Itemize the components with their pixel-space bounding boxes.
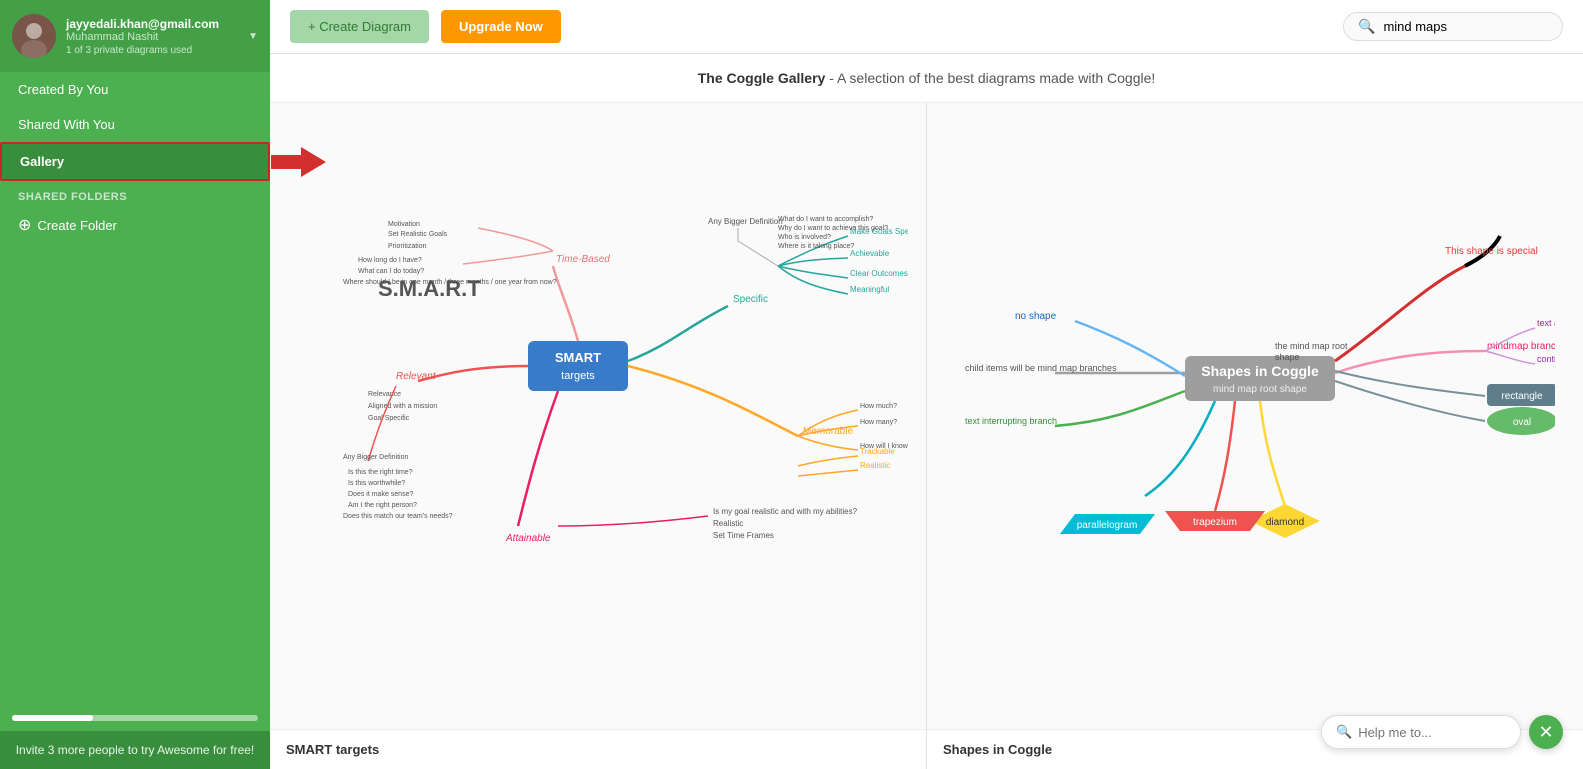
gallery-subtitle: - A selection of the best diagrams made … <box>825 70 1155 86</box>
card-preview-smart-targets: SMART targets S.M.A.R.T Specific Make Go… <box>270 103 926 729</box>
card-label-smart-targets: SMART targets <box>270 729 926 769</box>
search-icon: 🔍 <box>1358 18 1375 35</box>
search-input[interactable] <box>1383 19 1548 34</box>
svg-text:Does this match our team's nee: Does this match our team's needs? <box>343 513 453 520</box>
user-diagrams: 1 of 3 private diagrams used <box>66 45 238 56</box>
svg-text:SMART: SMART <box>555 350 601 365</box>
svg-text:Meaningful: Meaningful <box>850 285 889 294</box>
user-email: jayyedali.khan@gmail.com <box>66 17 238 31</box>
top-bar: + Create Diagram Upgrade Now 🔍 <box>270 0 1583 54</box>
svg-text:targets: targets <box>561 370 595 382</box>
svg-text:Specific: Specific <box>733 294 768 305</box>
svg-text:Aligned with a mission: Aligned with a mission <box>368 403 437 410</box>
svg-text:Trackable: Trackable <box>860 447 895 456</box>
invite-text: Invite 3 more people to try Awesome for … <box>16 743 255 757</box>
gallery-card-smart-targets[interactable]: SMART targets S.M.A.R.T Specific Make Go… <box>270 103 926 769</box>
svg-text:How much?: How much? <box>860 403 897 410</box>
main-content: + Create Diagram Upgrade Now 🔍 The Coggl… <box>270 0 1583 769</box>
svg-text:mind map root shape: mind map root shape <box>1213 384 1307 395</box>
svg-text:Is this the right time?: Is this the right time? <box>348 469 413 476</box>
svg-text:Motivation: Motivation <box>388 221 420 228</box>
close-icon: ✕ <box>1538 722 1553 743</box>
upgrade-button[interactable]: Upgrade Now <box>441 10 561 43</box>
create-diagram-button[interactable]: + Create Diagram <box>290 10 429 43</box>
svg-text:the mind map root: the mind map root <box>1275 341 1348 351</box>
svg-text:rectangle: rectangle <box>1501 391 1543 402</box>
svg-text:Where is it taking place?: Where is it taking place? <box>778 243 854 250</box>
svg-text:diamond: diamond <box>1266 517 1304 528</box>
svg-text:shape: shape <box>1275 352 1300 362</box>
svg-text:continuous branches: continuous branches <box>1537 354 1555 364</box>
svg-text:Attainable: Attainable <box>505 533 551 544</box>
user-header: jayyedali.khan@gmail.com Muhammad Nashit… <box>0 0 270 72</box>
svg-text:Shapes in Coggle: Shapes in Coggle <box>1201 363 1319 379</box>
svg-text:trapezium: trapezium <box>1193 517 1237 528</box>
user-info: jayyedali.khan@gmail.com Muhammad Nashit… <box>66 17 238 56</box>
progress-track <box>12 715 258 721</box>
gallery-title-bar: The Coggle Gallery - A selection of the … <box>270 54 1583 103</box>
svg-text:Time-Based: Time-Based <box>556 254 610 265</box>
svg-text:How long do I have?: How long do I have? <box>358 257 422 264</box>
help-widget: 🔍 ✕ <box>1321 715 1563 749</box>
help-search-icon: 🔍 <box>1336 724 1352 740</box>
smart-targets-diagram: SMART targets S.M.A.R.T Specific Make Go… <box>288 166 908 666</box>
shapes-in-coggle-diagram: Shapes in Coggle mind map root shape the… <box>955 166 1555 666</box>
plus-circle-icon: ⊕ <box>18 215 31 235</box>
svg-text:parallelogram: parallelogram <box>1077 520 1138 531</box>
svg-text:Clear Outcomes: Clear Outcomes <box>850 269 908 278</box>
sidebar: jayyedali.khan@gmail.com Muhammad Nashit… <box>0 0 270 769</box>
svg-text:Achievable: Achievable <box>850 249 890 258</box>
svg-text:Where should I be in one month: Where should I be in one month / three m… <box>343 279 557 286</box>
svg-text:What do I want to accomplish?: What do I want to accomplish? <box>778 216 873 223</box>
gallery-card-shapes-in-coggle[interactable]: Shapes in Coggle mind map root shape the… <box>927 103 1583 769</box>
gallery-title-text: The Coggle Gallery <box>698 70 826 86</box>
svg-text:How many?: How many? <box>860 419 897 426</box>
svg-text:Any Bigger Definition: Any Bigger Definition <box>343 454 408 461</box>
gallery-grid: SMART targets S.M.A.R.T Specific Make Go… <box>270 103 1583 769</box>
svg-text:What can I do today?: What can I do today? <box>358 268 424 275</box>
create-folder-button[interactable]: ⊕ Create Folder <box>0 207 270 243</box>
svg-text:text alongside branch: text alongside branch <box>1537 318 1555 328</box>
avatar <box>12 14 56 58</box>
dropdown-arrow-icon[interactable]: ▼ <box>248 31 258 42</box>
search-bar: 🔍 <box>1343 12 1563 41</box>
create-folder-label: Create Folder <box>37 218 116 233</box>
shared-folders-label: SHARED FOLDERS <box>0 181 270 207</box>
svg-text:Realistic: Realistic <box>860 461 890 470</box>
svg-text:Is my goal realistic and with: Is my goal realistic and with my abiliti… <box>713 507 858 516</box>
svg-text:Is this worthwhile?: Is this worthwhile? <box>348 480 405 487</box>
svg-text:Realistic: Realistic <box>713 519 743 528</box>
user-name: Muhammad Nashit <box>66 31 238 43</box>
svg-text:no shape: no shape <box>1015 311 1057 322</box>
svg-text:Who is involved?: Who is involved? <box>778 234 831 241</box>
help-input[interactable] <box>1358 725 1508 740</box>
help-input-bar[interactable]: 🔍 <box>1321 715 1521 749</box>
svg-text:This shape is special: This shape is special <box>1445 246 1538 257</box>
svg-text:Relevance: Relevance <box>368 391 401 398</box>
svg-text:Does it make sense?: Does it make sense? <box>348 491 413 498</box>
svg-text:Set Realistic Goals: Set Realistic Goals <box>388 231 448 238</box>
svg-text:mindmap branches: mindmap branches <box>1487 341 1555 352</box>
sidebar-item-gallery[interactable]: Gallery <box>0 142 270 181</box>
progress-bar-container <box>12 715 258 731</box>
svg-text:child items will be mind map b: child items will be mind map branches <box>965 363 1117 373</box>
svg-text:Why do I want to achieve this: Why do I want to achieve this goal? <box>778 225 888 232</box>
sidebar-item-shared-with-you[interactable]: Shared With You <box>0 107 270 142</box>
arrow-annotation <box>271 147 326 177</box>
svg-text:Any Bigger Definition: Any Bigger Definition <box>708 217 783 226</box>
svg-text:Relevant: Relevant <box>396 371 437 382</box>
sidebar-item-created-by-you[interactable]: Created By You <box>0 72 270 107</box>
svg-text:Goal Specific: Goal Specific <box>368 415 410 422</box>
svg-text:Prioritization: Prioritization <box>388 243 427 250</box>
svg-text:Am I the right person?: Am I the right person? <box>348 502 417 509</box>
svg-text:Set Time Frames: Set Time Frames <box>713 531 774 540</box>
help-close-button[interactable]: ✕ <box>1529 715 1563 749</box>
card-preview-shapes-in-coggle: Shapes in Coggle mind map root shape the… <box>927 103 1583 729</box>
progress-fill <box>12 715 93 721</box>
svg-text:oval: oval <box>1513 417 1531 428</box>
invite-banner: Invite 3 more people to try Awesome for … <box>0 731 270 769</box>
svg-text:text interrupting branch: text interrupting branch <box>965 416 1057 426</box>
